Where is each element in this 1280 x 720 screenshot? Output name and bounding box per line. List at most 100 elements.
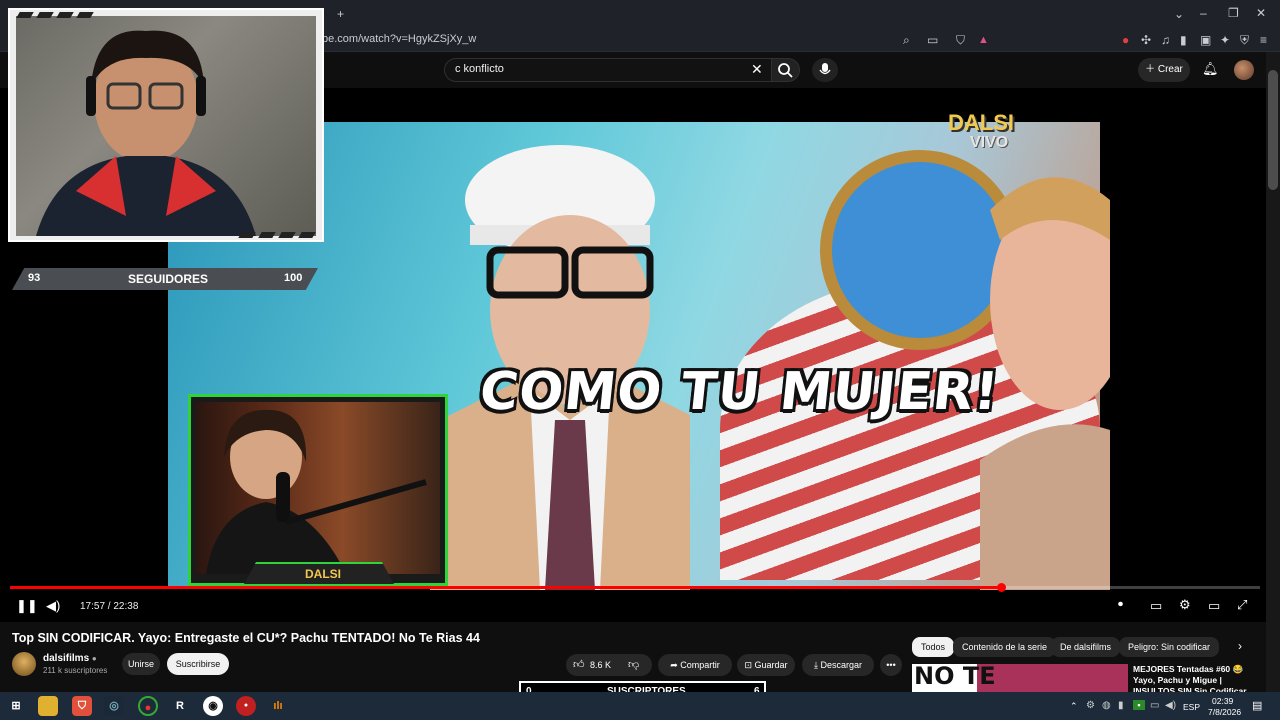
minimize-button[interactable]: – [1200,6,1207,20]
verified-icon: ● [91,654,97,663]
volume-button[interactable]: ◀︎) [46,598,60,614]
save-label: Guardar [754,660,788,670]
share-button[interactable]: ➦ Compartir [658,654,732,676]
autoplay-toggle[interactable]: ⏺︎ [1118,599,1123,610]
zoom-icon[interactable]: ⌕ [903,33,910,48]
dislike-icon: 👎︎ [628,659,640,671]
progress-fill [10,586,1001,589]
new-tab-button[interactable]: + [337,7,344,21]
language-indicator[interactable]: ESP [1183,702,1200,712]
tray-icon[interactable]: ⚙︎ [1086,700,1095,711]
close-window-button[interactable]: ✕ [1256,6,1266,20]
download-label: Descargar [820,660,862,670]
subtitles-icon[interactable]: ▭ [1150,598,1162,614]
sidebar-icon[interactable]: ▮ [1180,33,1187,47]
channel-avatar[interactable] [12,652,36,676]
notification-center-icon[interactable]: ▤ [1252,699,1262,712]
scrollbar-thumb[interactable] [1268,70,1278,190]
like-count: 8.6 K [590,660,612,670]
subscriber-count: 211 k suscriptores [43,666,108,675]
wallet-icon[interactable]: ▣ [1200,33,1211,47]
save-button[interactable]: ⊡ Guardar [737,654,795,676]
video-title: Top SIN CODIFICAR. Yayo: Entregaste el C… [12,631,480,645]
chip-channel[interactable]: De dalsifilms [1051,637,1121,657]
share-label: Compartir [680,660,720,670]
tray-chevron-icon[interactable]: ⌃ [1070,701,1078,712]
dislike-button[interactable]: 👎︎ [628,658,639,671]
menu-icon[interactable]: ≡ [1260,33,1267,47]
chip-topic[interactable]: Peligro: Sin codificar [1119,637,1220,657]
chevron-right-icon[interactable]: › [1238,639,1242,653]
tab-list-icon[interactable]: ⌄ [1174,7,1184,21]
r-app-icon[interactable]: R [170,696,190,716]
rewards-icon[interactable]: ▲ [978,34,989,46]
audio-app-icon[interactable]: ılı [268,696,288,716]
avatar[interactable] [1234,60,1254,80]
fullscreen-icon[interactable]: ⤢ [1237,597,1247,613]
voice-search-button[interactable] [812,58,838,82]
channel-name-text: dalsifilms [43,653,90,664]
pause-icon: ❚❚ [16,598,38,613]
channel-name[interactable]: dalsifilms ● [43,653,97,664]
file-explorer-icon[interactable] [38,696,58,716]
video-person-left [430,145,690,590]
app-icon[interactable]: ● [138,696,158,716]
search-button[interactable] [772,58,800,82]
video-caption: COMO TU MUJER! [476,362,1002,422]
followers-label: SEGUIDORES [128,272,209,286]
create-button[interactable]: ＋ Crear [1138,58,1190,82]
settings-icon[interactable]: ⚙︎ [1179,597,1191,613]
join-button[interactable]: Unirse [122,653,160,675]
chip-all[interactable]: Todos [912,637,955,657]
like-icon: 👍︎ [573,659,585,671]
clear-search-icon[interactable]: ✕ [751,61,763,78]
tray-icon[interactable]: ▮ [1118,700,1124,711]
start-button[interactable]: ⊞ [6,696,26,716]
time-display: 17:57 / 22:38 [80,601,139,612]
subscribe-button[interactable]: Suscribirse [167,653,229,675]
pause-button[interactable]: ❚❚ [16,598,38,614]
ai-icon[interactable]: ✦ [1220,33,1230,47]
extension-icon[interactable]: ● [1122,33,1129,47]
cast-icon[interactable]: ▭ [927,33,938,47]
volume-icon: ◀︎) [46,598,61,613]
guest-webcam [196,402,440,574]
tray-icon[interactable]: ▪ [1133,700,1145,710]
puzzle-icon[interactable]: ✣ [1141,33,1151,47]
mic-icon [819,63,831,75]
maximize-button[interactable]: ❐ [1228,6,1239,20]
plus-icon: ＋ [1145,64,1158,75]
more-icon: ••• [886,660,896,670]
create-label: Crear [1157,64,1183,75]
download-button[interactable]: ⤓ Descargar [802,654,874,676]
notifications-icon[interactable]: 🔔︎ [1202,61,1219,77]
chip-series[interactable]: Contenido de la serie [953,637,1057,657]
followers-current: 93 [28,272,41,284]
progress-scrubber[interactable] [997,583,1006,592]
guest-name-label: DALSI [305,567,341,581]
brave-shield-icon[interactable]: ⛉ [956,33,965,48]
vpn-icon[interactable]: ⛨ [1240,33,1249,48]
like-button[interactable]: 👍︎ [573,658,585,671]
steam-icon[interactable]: ◎ [104,696,124,716]
theater-mode-icon[interactable]: ▭ [1208,598,1220,614]
video-person-right [980,177,1110,590]
media-app-icon[interactable]: ● [236,696,256,716]
obs-icon[interactable]: ◉ [203,696,223,716]
bookmark-icon: ⊡ [744,660,755,670]
network-icon[interactable]: ▭ [1150,700,1159,711]
tray-icon[interactable]: ◍ [1102,700,1111,711]
guest-figure [206,409,427,574]
search-icon [778,63,793,78]
streamer-webcam [16,16,316,236]
share-icon: ➦ [670,660,681,670]
url-field[interactable]: be.com/watch?v=HgykZSjXy_w [322,33,476,45]
clock-time[interactable]: 02:39 [1212,696,1233,706]
more-actions-button[interactable]: ••• [880,654,902,676]
channel-watermark-sub: VIVO [970,134,1009,151]
clock-date[interactable]: 7/8/2026 [1208,707,1241,717]
music-icon[interactable]: ♫ [1161,33,1170,47]
speaker-icon[interactable]: ◀︎) [1165,700,1176,711]
player-controls [0,590,1266,622]
brave-icon[interactable]: ⛉ [72,696,92,716]
